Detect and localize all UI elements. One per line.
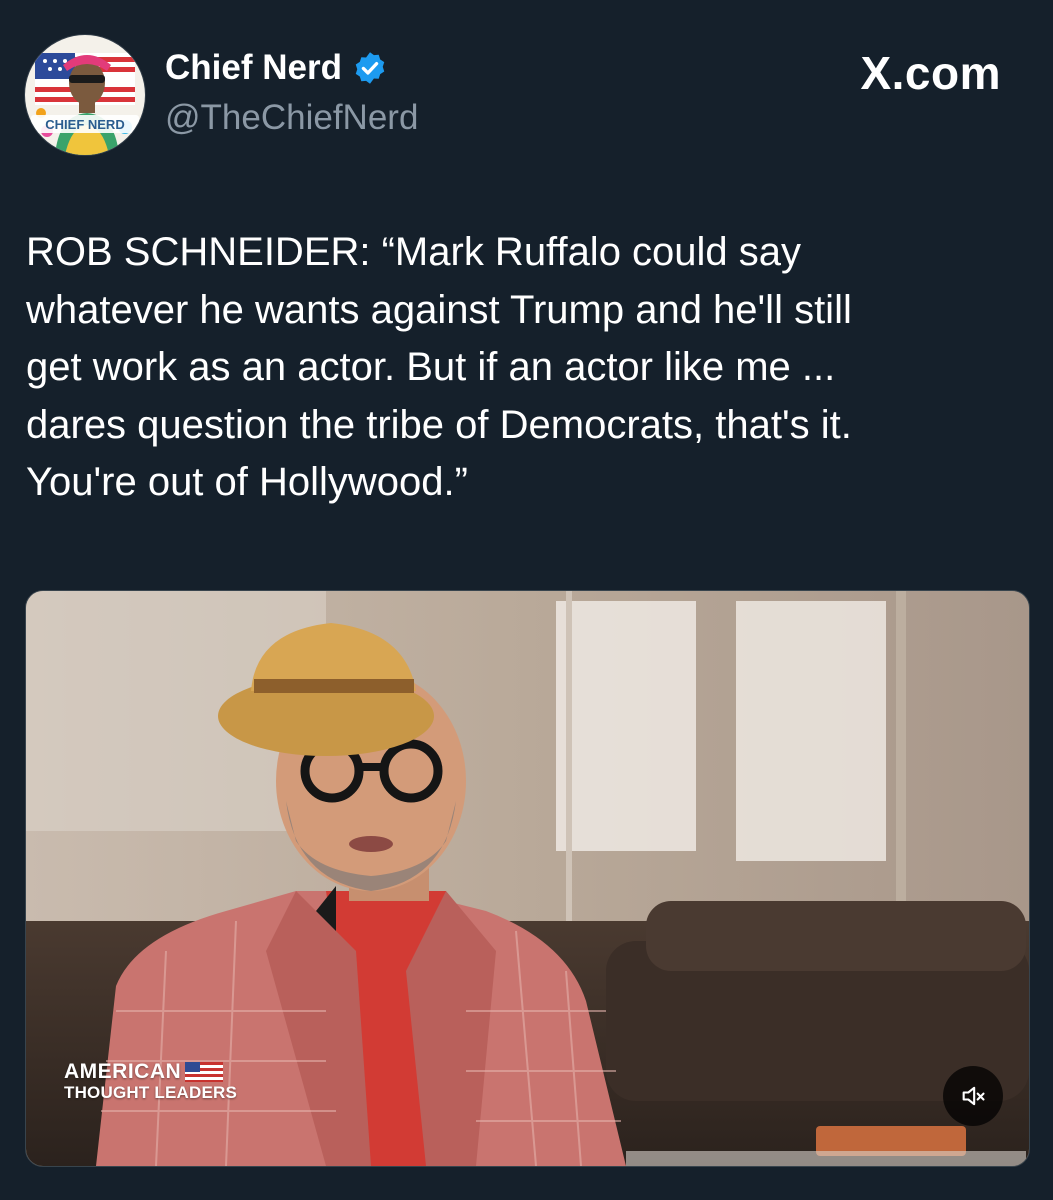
video-player[interactable]: AMERICAN THOUGHT LEADERS	[25, 590, 1030, 1167]
verified-badge-icon	[352, 50, 388, 86]
tweet-line: You're out of Hollywood.”	[26, 460, 468, 504]
brand-label: X.com	[860, 47, 1001, 99]
tweet-line: dares question the tribe of Democrats, t…	[26, 402, 852, 447]
avatar[interactable]: CHIEF NERD	[24, 34, 146, 156]
tweet-line: whatever he wants against Trump and he'l…	[26, 287, 852, 332]
watermark: AMERICAN THOUGHT LEADERS	[64, 1061, 237, 1103]
user-handle[interactable]: @TheChiefNerd	[165, 96, 418, 140]
display-name[interactable]: Chief Nerd	[165, 46, 388, 90]
avatar-label: CHIEF NERD	[45, 117, 124, 132]
display-name-text: Chief Nerd	[165, 48, 342, 87]
tweet-text: ROB SCHNEIDER: “Mark Ruffalo could say w…	[26, 224, 1026, 512]
us-flag-icon	[185, 1062, 224, 1082]
volume-muted-icon	[959, 1082, 987, 1110]
watermark-line1: AMERICAN	[64, 1060, 182, 1083]
avatar-image: CHIEF NERD	[25, 35, 145, 155]
tweet-line: get work as an actor. But if an actor li…	[26, 345, 836, 389]
mute-button[interactable]	[943, 1066, 1003, 1126]
watermark-line2: THOUGHT LEADERS	[64, 1083, 237, 1102]
tweet-line: ROB SCHNEIDER: “Mark Ruffalo could say	[26, 230, 802, 274]
